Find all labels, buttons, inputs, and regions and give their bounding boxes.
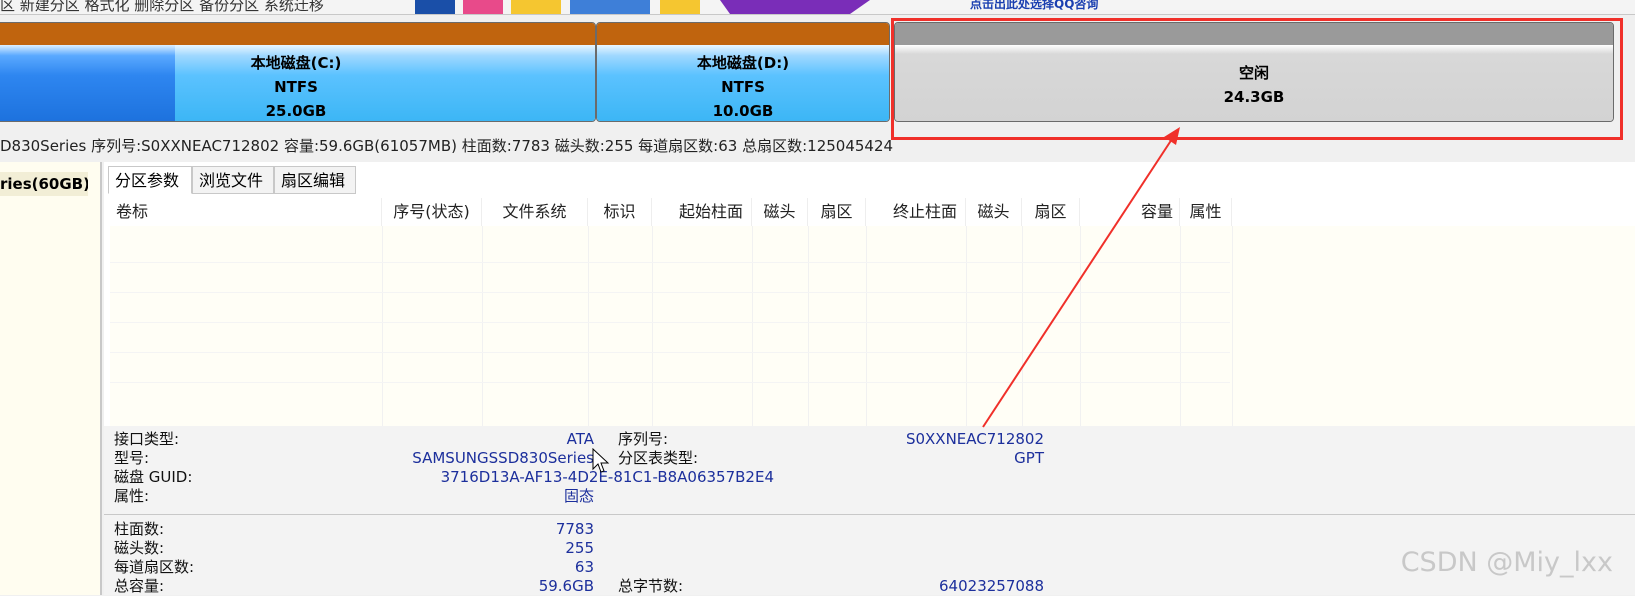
annotation-arrow-icon [982,127,1180,428]
watermark: CSDN @Miy_lxx [1400,547,1613,578]
mouse-cursor-icon [592,448,610,473]
